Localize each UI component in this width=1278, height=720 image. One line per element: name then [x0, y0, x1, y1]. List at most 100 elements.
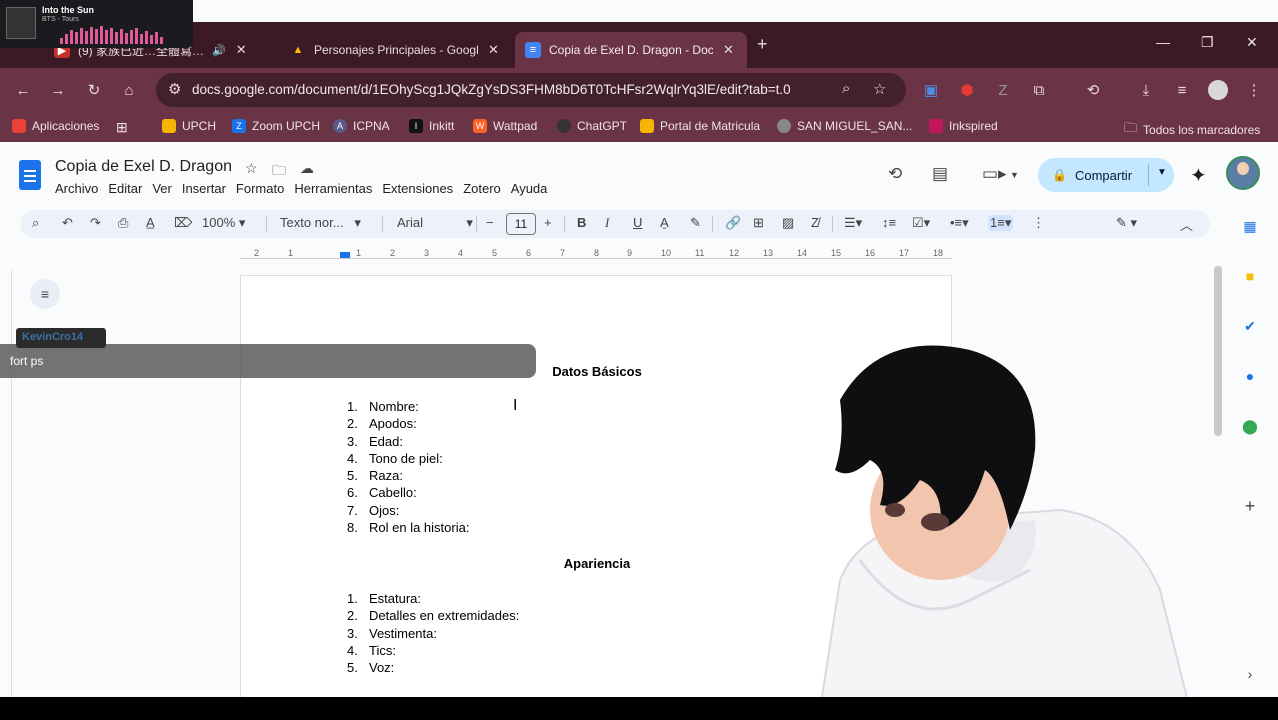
apps-icon[interactable]: ⊞: [116, 119, 128, 136]
address-bar[interactable]: ⚙ docs.google.com/document/d/1EOhyScg1JQ…: [156, 73, 906, 107]
list-item[interactable]: 3. Vestimenta:: [347, 625, 519, 642]
extensions-icon[interactable]: ⧉: [1028, 79, 1050, 101]
menu-ver[interactable]: Ver: [152, 181, 172, 196]
vertical-ruler[interactable]: [0, 270, 12, 700]
close-icon[interactable]: ✕: [236, 42, 247, 58]
bookmark-aplicaciones[interactable]: Aplicaciones: [12, 119, 99, 133]
bookmark-chatgpt[interactable]: ChatGPT: [557, 119, 627, 133]
font-select[interactable]: Arial ▾: [397, 215, 473, 231]
insert-image-icon[interactable]: ▨: [782, 215, 794, 231]
new-tab-icon[interactable]: +: [757, 34, 768, 55]
list-item[interactable]: 2. Detalles en extremidades:: [347, 607, 519, 624]
zotero-extension-icon[interactable]: Z: [992, 79, 1014, 101]
editing-mode-icon[interactable]: ✎ ▾: [1116, 215, 1137, 231]
list-item[interactable]: 3. Edad:: [347, 433, 469, 450]
document-outline-icon[interactable]: ≡: [30, 279, 60, 309]
tab-personajes[interactable]: ▲ Personajes Principales - Google ✕: [280, 32, 512, 68]
gemini-icon[interactable]: ✦: [1190, 163, 1207, 188]
add-comment-icon[interactable]: ⊞: [753, 215, 764, 231]
contacts-icon[interactable]: ●: [1240, 366, 1260, 386]
list-item[interactable]: 2. Apodos:: [347, 415, 469, 432]
calendar-icon[interactable]: ▦: [1240, 216, 1260, 236]
restore-icon[interactable]: ❐: [1201, 34, 1214, 51]
close-icon[interactable]: ✕: [723, 42, 734, 58]
document-title[interactable]: Copia de Exel D. Dragon: [55, 158, 232, 176]
zoom-icon[interactable]: ⌕: [842, 80, 850, 97]
list-item[interactable]: 4. Tono de piel:: [347, 450, 469, 467]
list-item[interactable]: 1. Estatura:: [347, 590, 519, 607]
list-apariencia[interactable]: 1. Estatura: 2. Detalles en extremidades: …: [347, 590, 519, 676]
print-icon[interactable]: ⎙: [118, 215, 128, 231]
bulleted-list-icon[interactable]: •≡▾: [950, 215, 969, 231]
menu-archivo[interactable]: Archivo: [55, 181, 98, 196]
menu-zotero[interactable]: Zotero: [463, 181, 501, 196]
list-item[interactable]: 1. Nombre:: [347, 398, 469, 415]
bookmark-wattpad[interactable]: W Wattpad: [473, 119, 537, 133]
speaker-icon[interactable]: 🔊: [212, 44, 226, 57]
menu-formato[interactable]: Formato: [236, 181, 284, 196]
checklist-icon[interactable]: ☑▾: [912, 215, 930, 231]
link-icon[interactable]: 🔗: [725, 215, 741, 231]
paint-format-icon[interactable]: ⌦: [174, 215, 192, 231]
show-side-panel-icon[interactable]: ›: [1240, 664, 1260, 684]
underline-icon[interactable]: U: [633, 215, 642, 230]
url-text[interactable]: docs.google.com/document/d/1EOhyScg1JQkZ…: [192, 82, 791, 97]
numbered-list-icon[interactable]: 1≡▾: [988, 215, 1014, 231]
cloud-status-icon[interactable]: ☁: [300, 160, 314, 177]
decrease-font-icon[interactable]: −: [486, 215, 494, 230]
align-icon[interactable]: ☰▾: [844, 215, 862, 231]
close-window-icon[interactable]: ✕: [1246, 34, 1258, 51]
translate-extension-icon[interactable]: ▣: [920, 79, 942, 101]
chevron-down-icon[interactable]: ▼: [1157, 167, 1167, 178]
list-item[interactable]: 5. Raza:: [347, 467, 469, 484]
all-bookmarks-folder[interactable]: 🗀 Todos los marcadores: [1124, 119, 1260, 141]
minimize-icon[interactable]: —: [1156, 34, 1170, 50]
menu-extensiones[interactable]: Extensiones: [382, 181, 453, 196]
indent-marker[interactable]: [340, 252, 350, 258]
download-icon[interactable]: ⤓: [1135, 79, 1157, 101]
close-icon[interactable]: ✕: [488, 42, 499, 58]
menu-insertar[interactable]: Insertar: [182, 181, 226, 196]
bookmark-zoom-upch[interactable]: Z Zoom UPCH: [232, 119, 320, 133]
chevron-down-icon[interactable]: ▼: [1010, 170, 1019, 180]
collapse-menu-icon[interactable]: ︿: [1180, 215, 1193, 234]
user-avatar[interactable]: [1226, 156, 1260, 190]
star-icon[interactable]: ☆: [245, 160, 258, 177]
back-icon[interactable]: ←: [12, 79, 34, 101]
bookmark-upch[interactable]: UPCH: [162, 119, 216, 133]
text-color-icon[interactable]: A̱: [660, 215, 669, 230]
bookmark-san-miguel[interactable]: SAN MIGUEL_SAN...: [777, 119, 912, 133]
undo-icon[interactable]: ↶: [62, 215, 73, 231]
menu-herramientas[interactable]: Herramientas: [294, 181, 372, 196]
italic-icon[interactable]: I: [605, 215, 609, 231]
history-icon[interactable]: ⟲: [1082, 79, 1104, 101]
redo-icon[interactable]: ↷: [90, 215, 101, 231]
reload-icon[interactable]: ↻: [83, 79, 105, 101]
font-size-input[interactable]: 11: [506, 213, 536, 235]
maps-icon[interactable]: ⬤: [1240, 416, 1260, 436]
list-item[interactable]: 6. Cabello:: [347, 484, 469, 501]
get-addons-icon[interactable]: +: [1240, 496, 1260, 516]
tasks-icon[interactable]: ✔: [1240, 316, 1260, 336]
menu-ayuda[interactable]: Ayuda: [511, 181, 548, 196]
highlight-icon[interactable]: ✎: [690, 215, 701, 231]
keep-icon[interactable]: ■: [1240, 266, 1260, 286]
menu-kebab-icon[interactable]: ⋮: [1243, 79, 1265, 101]
bookmark-inkspired[interactable]: Inkspired: [929, 119, 998, 133]
zoom-select[interactable]: 100% ▾: [202, 215, 245, 231]
tab-copia-exel[interactable]: ≡ Copia de Exel D. Dragon - Doc ✕: [515, 32, 747, 68]
bookmark-icpna[interactable]: A ICPNA: [333, 119, 390, 133]
search-menus-icon[interactable]: ⌕: [32, 215, 39, 231]
list-item[interactable]: 5. Voz:: [347, 659, 519, 676]
home-icon[interactable]: ⌂: [118, 79, 140, 101]
style-select[interactable]: Texto nor... ▾: [280, 215, 361, 231]
more-options-icon[interactable]: ⋮: [1032, 215, 1045, 231]
media-control-icon[interactable]: ≡: [1171, 79, 1193, 101]
menu-editar[interactable]: Editar: [108, 181, 142, 196]
spellcheck-icon[interactable]: A̲: [146, 215, 155, 230]
increase-font-icon[interactable]: +: [544, 215, 552, 230]
list-item[interactable]: 4. Tics:: [347, 642, 519, 659]
clear-formatting-icon[interactable]: Z̸: [811, 215, 819, 230]
list-item[interactable]: 8. Rol en la historia:: [347, 519, 469, 536]
bookmark-portal-matricula[interactable]: Portal de Matricula: [640, 119, 760, 133]
